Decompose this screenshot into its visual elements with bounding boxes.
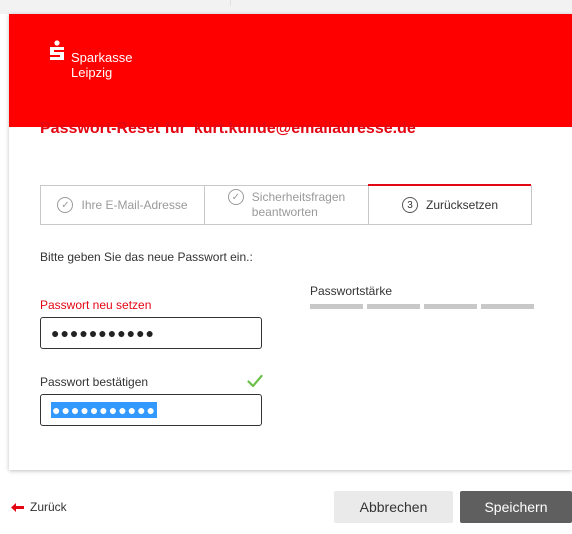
- step-security-questions: ✓ Sicherheitsfragen beantworten: [205, 186, 369, 224]
- title-email: kurt.kunde@emailadresse.de: [193, 120, 416, 137]
- password-strength-meter: [310, 304, 534, 309]
- page-title: Passwort-Reset für kurt.kunde@emailadress…: [40, 120, 416, 138]
- strength-segment: [481, 304, 534, 309]
- new-password-field[interactable]: ●●●●●●●●●●●: [40, 317, 262, 349]
- step-number: 3: [401, 197, 418, 213]
- title-prefix: Passwort-Reset für: [40, 120, 186, 137]
- browser-top-strip: [0, 0, 572, 14]
- back-link[interactable]: Zurück: [11, 500, 67, 514]
- step-label-line2: beantworten: [251, 205, 318, 219]
- arrow-left-icon: [11, 502, 24, 512]
- instruction-text: Bitte geben Sie das neue Passwort ein.:: [40, 250, 253, 264]
- step-label-line1: Sicherheitsfragen: [251, 190, 346, 204]
- progress-steps: ✓ Ihre E-Mail-Adresse ✓ Sicherheitsfrage…: [40, 184, 532, 225]
- strength-segment: [310, 304, 363, 309]
- new-password-label: Passwort neu setzen: [40, 298, 152, 312]
- strength-segment: [424, 304, 477, 309]
- cancel-button[interactable]: Abbrechen: [334, 491, 453, 523]
- step-label: Ihre E-Mail-Adresse: [81, 198, 188, 212]
- checkmark-icon: [247, 374, 263, 388]
- step-reset: 3 Zurücksetzen: [368, 184, 531, 224]
- step-label: Zurücksetzen: [425, 198, 499, 212]
- step-label: Sicherheitsfragen beantworten: [252, 190, 345, 220]
- step-check-icon: ✓: [227, 189, 244, 205]
- step-email: ✓ Ihre E-Mail-Adresse: [41, 186, 205, 224]
- brand-line2: Leipzig: [71, 65, 113, 80]
- step-check-icon: ✓: [57, 197, 74, 213]
- confirm-password-field[interactable]: ●●●●●●●●●●●: [40, 394, 262, 426]
- strength-segment: [367, 304, 420, 309]
- save-button[interactable]: Speichern: [460, 491, 572, 523]
- header-banner: Sparkasse Leipzig: [9, 14, 572, 127]
- confirm-password-label: Passwort bestätigen: [40, 375, 149, 389]
- back-label: Zurück: [30, 500, 67, 514]
- brand-name: Sparkasse Leipzig: [71, 50, 132, 80]
- brand-line1: Sparkasse: [71, 50, 133, 65]
- password-strength-label: Passwortstärke: [310, 284, 393, 298]
- new-password-value: ●●●●●●●●●●●: [51, 325, 156, 341]
- sparkasse-s-icon: [50, 40, 64, 60]
- confirm-password-value: ●●●●●●●●●●●: [51, 402, 158, 418]
